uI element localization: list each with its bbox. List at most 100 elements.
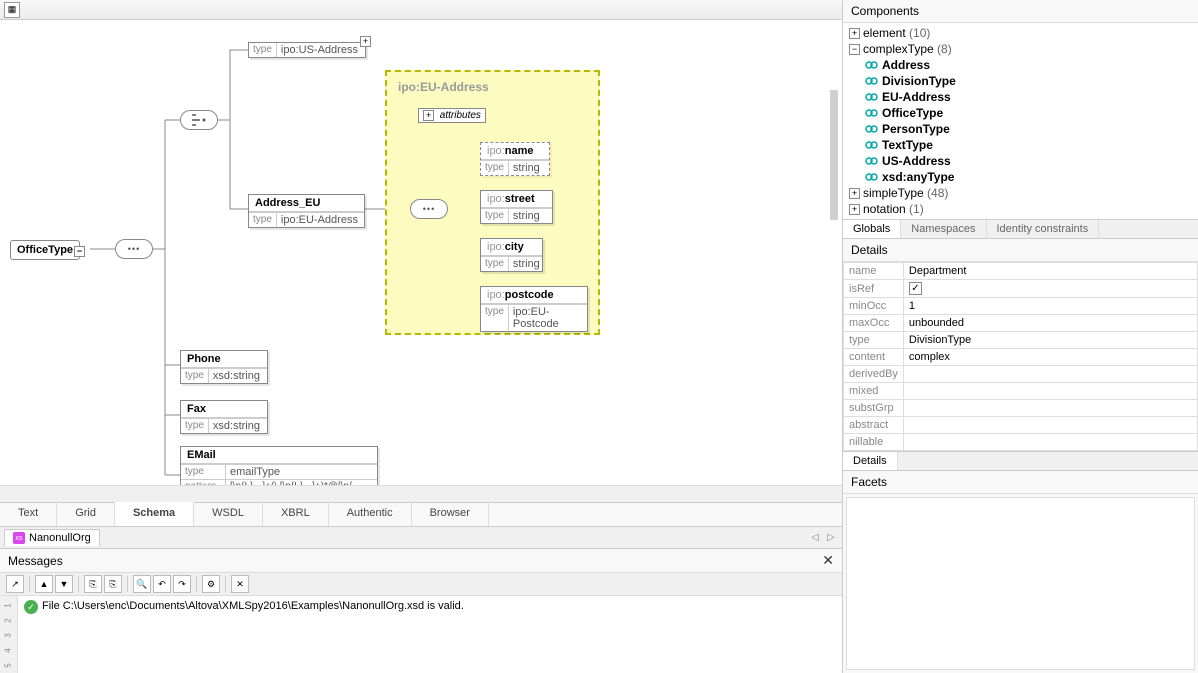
details-label: substGrp [844,400,904,417]
tree-simpletype[interactable]: + simpleType (48) [845,185,1196,201]
complextype-icon [865,171,879,183]
msg-tool-copyall[interactable]: ⎘ [104,575,122,593]
checkbox-icon[interactable]: ✓ [909,282,922,295]
tab-wsdl[interactable]: WSDL [194,503,263,526]
tab-schema[interactable]: Schema [115,502,194,526]
expand-icon[interactable]: + [849,188,860,199]
office-type-label: OfficeType [17,244,73,256]
file-tabs: xs NanonullOrg ◁ ▷ [0,526,842,548]
expand-icon[interactable]: + [360,36,371,47]
sequence-compositor[interactable] [410,199,448,219]
details-label: mixed [844,383,904,400]
vertical-scrollbar[interactable] [830,90,838,220]
file-tab-label: NanonullOrg [29,532,91,544]
complextype-icon [865,155,879,167]
msg-tool-nav[interactable]: ↗ [6,575,24,593]
details-grid: nameDepartmentisRef✓minOcc1maxOccunbound… [843,262,1198,451]
tree-complextype-item[interactable]: PersonType [845,121,1196,137]
details-value[interactable] [903,434,1197,451]
tab-xbrl[interactable]: XBRL [263,503,329,526]
tree-complextype-item[interactable]: OfficeType [845,105,1196,121]
details-value[interactable]: ✓ [903,280,1197,298]
tab-next-icon[interactable]: ▷ [824,531,838,545]
toolbar-schema-icon[interactable]: ▦ [4,2,20,18]
tab-details[interactable]: Details [843,452,898,470]
address-eu-node[interactable]: Address_EU type ipo:EU-Address [248,194,365,228]
choice-compositor[interactable] [180,110,218,130]
tab-globals[interactable]: Globals [843,220,901,238]
office-type-node[interactable]: OfficeType − [10,240,80,260]
complextype-icon [865,123,879,135]
expand-icon[interactable]: − [74,246,85,257]
details-value[interactable]: 1 [903,298,1197,315]
details-value[interactable] [903,400,1197,417]
sequence-compositor[interactable] [115,239,153,259]
tab-namespaces[interactable]: Namespaces [901,220,986,238]
xsd-file-icon: xs [13,532,25,544]
expand-icon[interactable]: + [849,28,860,39]
ipo-postcode-node[interactable]: ipo:postcode typeipo:EU-Postcode [480,286,588,332]
phone-node[interactable]: Phone typexsd:string [180,350,268,384]
details-label: type [844,332,904,349]
tree-element[interactable]: + element (10) [845,25,1196,41]
fax-node[interactable]: Fax typexsd:string [180,400,268,434]
message-row[interactable]: ✓ File C:\Users\enc\Documents\Altova\XML… [18,596,842,673]
tab-text[interactable]: Text [0,503,57,526]
details-value[interactable] [903,383,1197,400]
tab-identity[interactable]: Identity constraints [987,220,1100,238]
us-address-node[interactable]: type ipo:US-Address [248,42,366,58]
complextype-icon [865,91,879,103]
collapse-icon[interactable]: − [849,44,860,55]
ipo-city-node[interactable]: ipo:city typestring [480,238,543,272]
messages-title: Messages [8,554,63,568]
tree-notation[interactable]: + notation (1) [845,201,1196,217]
details-value[interactable]: complex [903,349,1197,366]
email-node[interactable]: EMail typeemailType pattern[\p{L}_-]+(\.… [180,446,378,485]
tree-complextype-item[interactable]: EU-Address [845,89,1196,105]
details-value[interactable]: DivisionType [903,332,1197,349]
components-header: Components [843,0,1198,23]
horizontal-scrollbar[interactable] [0,485,842,502]
tree-complextype-item[interactable]: US-Address [845,153,1196,169]
details-value[interactable]: Department [903,263,1197,280]
details-label: name [844,263,904,280]
ipo-street-node[interactable]: ipo:street typestring [480,190,553,224]
tab-grid[interactable]: Grid [57,503,115,526]
msg-tool-filter[interactable]: ⚙ [202,575,220,593]
tab-authentic[interactable]: Authentic [329,503,412,526]
details-value[interactable]: unbounded [903,315,1197,332]
details-label: isRef [844,280,904,298]
tree-complextype-item[interactable]: xsd:anyType [845,169,1196,185]
expand-icon[interactable]: + [423,110,434,121]
msg-tool-prev[interactable]: ▲ [35,575,53,593]
tree-complextype-item[interactable]: DivisionType [845,73,1196,89]
details-value[interactable] [903,366,1197,383]
close-icon[interactable]: ✕ [822,552,834,569]
msg-tool-find[interactable]: 🔍 [133,575,151,593]
msg-tool-copy[interactable]: ⎘ [84,575,102,593]
tab-prev-icon[interactable]: ◁ [808,531,822,545]
facets-header: Facets [843,471,1198,494]
facets-body [846,497,1195,670]
msg-tool-findnext[interactable]: ↷ [173,575,191,593]
ipo-name-node[interactable]: ipo:name typestring [480,142,550,176]
msg-tool-clear[interactable]: ✕ [231,575,249,593]
type-value: ipo:US-Address [277,43,362,57]
expand-icon[interactable]: + [849,204,860,215]
msg-tool-findprev[interactable]: ↶ [153,575,171,593]
tree-complextype-item[interactable]: Address [845,57,1196,73]
file-tab-active[interactable]: xs NanonullOrg [4,529,100,546]
messages-panel: Messages ✕ ↗ ▲ ▼ ⎘ ⎘ 🔍 ↶ ↷ ⚙ ✕ [0,548,842,673]
details-value[interactable] [903,417,1197,434]
messages-toolbar: ↗ ▲ ▼ ⎘ ⎘ 🔍 ↶ ↷ ⚙ ✕ [0,573,842,596]
tree-complextype[interactable]: − complexType (8) [845,41,1196,57]
msg-tool-next[interactable]: ▼ [55,575,73,593]
tab-browser[interactable]: Browser [412,503,489,526]
success-icon: ✓ [24,600,38,614]
attributes-node[interactable]: + attributes [418,108,486,123]
type-label: type [249,43,277,57]
canvas-toolbar: ▦ [0,0,842,20]
tree-complextype-item[interactable]: TextType [845,137,1196,153]
schema-canvas[interactable]: OfficeType − type ipo:US-Address + ipo:E… [0,20,842,485]
address-eu-name: Address_EU [249,195,364,212]
